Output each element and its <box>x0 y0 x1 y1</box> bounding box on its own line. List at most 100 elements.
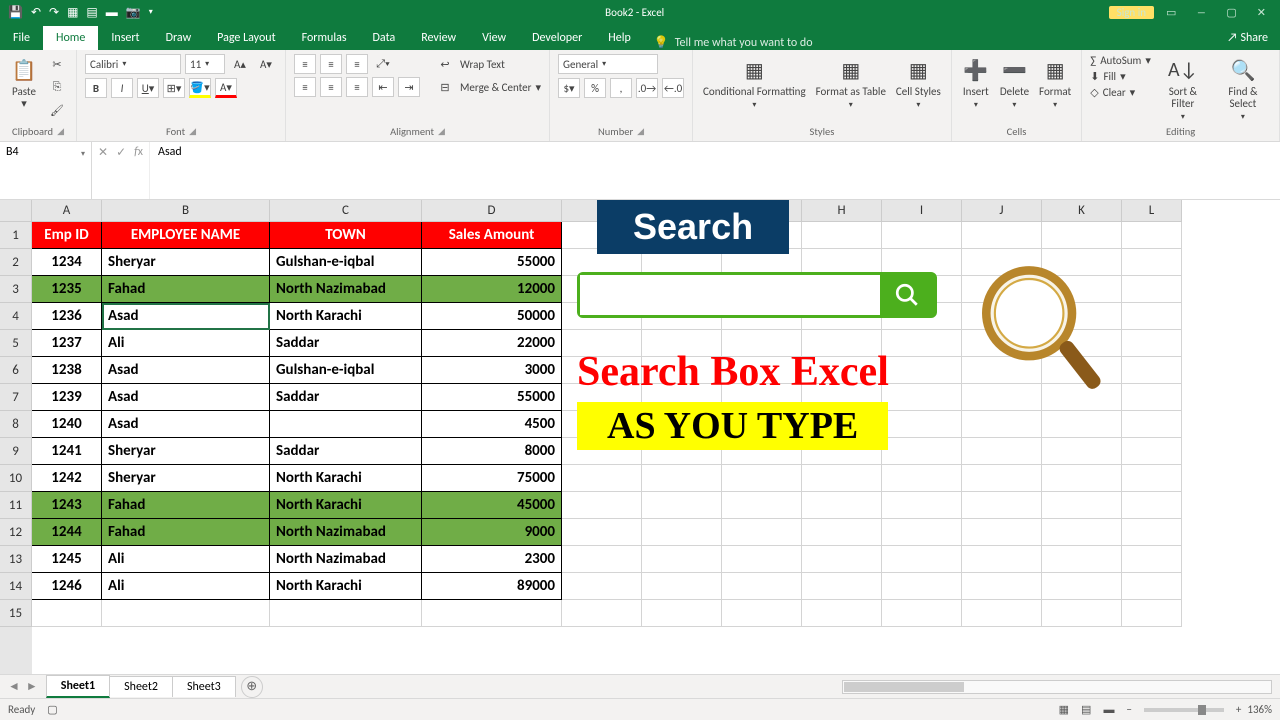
cell[interactable]: 1244 <box>32 519 102 546</box>
cell[interactable] <box>882 465 962 492</box>
name-box[interactable]: ▾ <box>0 142 92 199</box>
cancel-formula-icon[interactable]: ✕ <box>98 145 108 160</box>
cell[interactable] <box>882 573 962 600</box>
cell[interactable]: 1239 <box>32 384 102 411</box>
cell[interactable]: 89000 <box>422 573 562 600</box>
zoom-slider[interactable] <box>1144 708 1224 712</box>
cell[interactable]: 55000 <box>422 249 562 276</box>
cell[interactable] <box>802 465 882 492</box>
cell[interactable] <box>722 573 802 600</box>
font-name-select[interactable]: Calibri▾ <box>85 54 181 74</box>
cell[interactable]: 1241 <box>32 438 102 465</box>
cell[interactable]: 9000 <box>422 519 562 546</box>
merge-center-button[interactable]: ⊟Merge & Center ▾ <box>434 77 541 97</box>
zoom-level[interactable]: 136% <box>1247 703 1272 716</box>
qat-icon[interactable]: ▬ <box>106 5 118 20</box>
row-header[interactable]: 7 <box>0 384 32 411</box>
copy-icon[interactable]: ⎘ <box>46 77 68 97</box>
cell[interactable]: 3000 <box>422 357 562 384</box>
qat-icon[interactable]: ▤ <box>86 5 97 20</box>
cell[interactable] <box>32 600 102 627</box>
increase-indent-icon[interactable]: ⇥ <box>398 77 420 97</box>
cell[interactable]: North Nazimabad <box>270 276 422 303</box>
tab-data[interactable]: Data <box>360 26 409 50</box>
align-middle-icon[interactable]: ≡ <box>320 54 342 74</box>
align-top-icon[interactable]: ≡ <box>294 54 316 74</box>
bold-button[interactable]: B <box>85 78 107 98</box>
cell[interactable] <box>270 411 422 438</box>
column-header[interactable]: C <box>270 200 422 222</box>
cell[interactable]: TOWN <box>270 222 422 249</box>
row-header[interactable]: 3 <box>0 276 32 303</box>
cell[interactable]: North Nazimabad <box>270 519 422 546</box>
cell[interactable]: 1240 <box>32 411 102 438</box>
cell[interactable]: Sheryar <box>102 438 270 465</box>
cell[interactable] <box>802 573 882 600</box>
cell[interactable] <box>882 519 962 546</box>
cell[interactable] <box>1122 600 1182 627</box>
format-painter-icon[interactable]: 🖌 <box>46 100 68 120</box>
decrease-decimal-icon[interactable]: ←.0 <box>662 78 684 98</box>
cell[interactable]: Saddar <box>270 384 422 411</box>
cell[interactable] <box>962 573 1042 600</box>
font-size-select[interactable]: 11▾ <box>185 54 225 74</box>
cell[interactable] <box>562 546 642 573</box>
cell[interactable] <box>642 519 722 546</box>
cell[interactable]: Saddar <box>270 438 422 465</box>
format-as-table-button[interactable]: ▦Format as Table▾ <box>814 54 888 112</box>
column-header[interactable]: A <box>32 200 102 222</box>
align-right-icon[interactable]: ≡ <box>346 77 368 97</box>
cell[interactable]: Fahad <box>102 519 270 546</box>
cell[interactable]: Sheryar <box>102 465 270 492</box>
row-header[interactable]: 10 <box>0 465 32 492</box>
cell[interactable] <box>722 519 802 546</box>
enter-formula-icon[interactable]: ✓ <box>116 145 126 160</box>
cell[interactable] <box>270 600 422 627</box>
cell[interactable]: Asad <box>102 411 270 438</box>
tab-insert[interactable]: Insert <box>98 26 152 50</box>
cell[interactable] <box>102 600 270 627</box>
tab-help[interactable]: Help <box>595 26 644 50</box>
new-sheet-button[interactable]: ⊕ <box>241 676 263 698</box>
cell[interactable]: 22000 <box>422 330 562 357</box>
cell[interactable]: Fahad <box>102 492 270 519</box>
row-header[interactable]: 11 <box>0 492 32 519</box>
fill-color-button[interactable]: 🪣▾ <box>189 78 211 98</box>
row-header[interactable]: 2 <box>0 249 32 276</box>
cell[interactable] <box>882 492 962 519</box>
cell[interactable] <box>802 546 882 573</box>
cell[interactable] <box>1042 492 1122 519</box>
cell[interactable]: 1235 <box>32 276 102 303</box>
tab-draw[interactable]: Draw <box>153 26 205 50</box>
share-button[interactable]: ↗ Share <box>1215 26 1280 50</box>
comma-icon[interactable]: , <box>610 78 632 98</box>
sheet-tab[interactable]: Sheet1 <box>46 675 110 698</box>
next-sheet-icon[interactable]: ► <box>26 679 38 694</box>
cell[interactable]: 75000 <box>422 465 562 492</box>
cell[interactable] <box>562 519 642 546</box>
minimize-icon[interactable]: ― <box>1188 6 1214 19</box>
cell[interactable]: Gulshan-e-iqbal <box>270 249 422 276</box>
cell[interactable]: Asad <box>102 384 270 411</box>
sign-in-button[interactable]: Sign in <box>1109 6 1154 19</box>
cell[interactable]: North Karachi <box>270 303 422 330</box>
fx-icon[interactable]: fx <box>134 145 143 159</box>
cell[interactable] <box>562 600 642 627</box>
row-header[interactable]: 8 <box>0 411 32 438</box>
cell[interactable] <box>882 546 962 573</box>
tab-developer[interactable]: Developer <box>519 26 595 50</box>
cell[interactable] <box>1042 519 1122 546</box>
cut-icon[interactable]: ✂ <box>46 54 68 74</box>
cell[interactable]: North Karachi <box>270 573 422 600</box>
cell[interactable] <box>1122 519 1182 546</box>
tell-me[interactable]: 💡 Tell me what you want to do <box>644 35 823 50</box>
paste-button[interactable]: 📋 Paste▾ <box>8 54 40 112</box>
percent-icon[interactable]: % <box>584 78 606 98</box>
cell[interactable] <box>562 465 642 492</box>
find-select-button[interactable]: 🔍Find & Select▾ <box>1215 54 1271 124</box>
cell[interactable]: EMPLOYEE NAME <box>102 222 270 249</box>
cell[interactable]: 45000 <box>422 492 562 519</box>
cell[interactable]: 8000 <box>422 438 562 465</box>
align-center-icon[interactable]: ≡ <box>320 77 342 97</box>
cell[interactable]: 1238 <box>32 357 102 384</box>
